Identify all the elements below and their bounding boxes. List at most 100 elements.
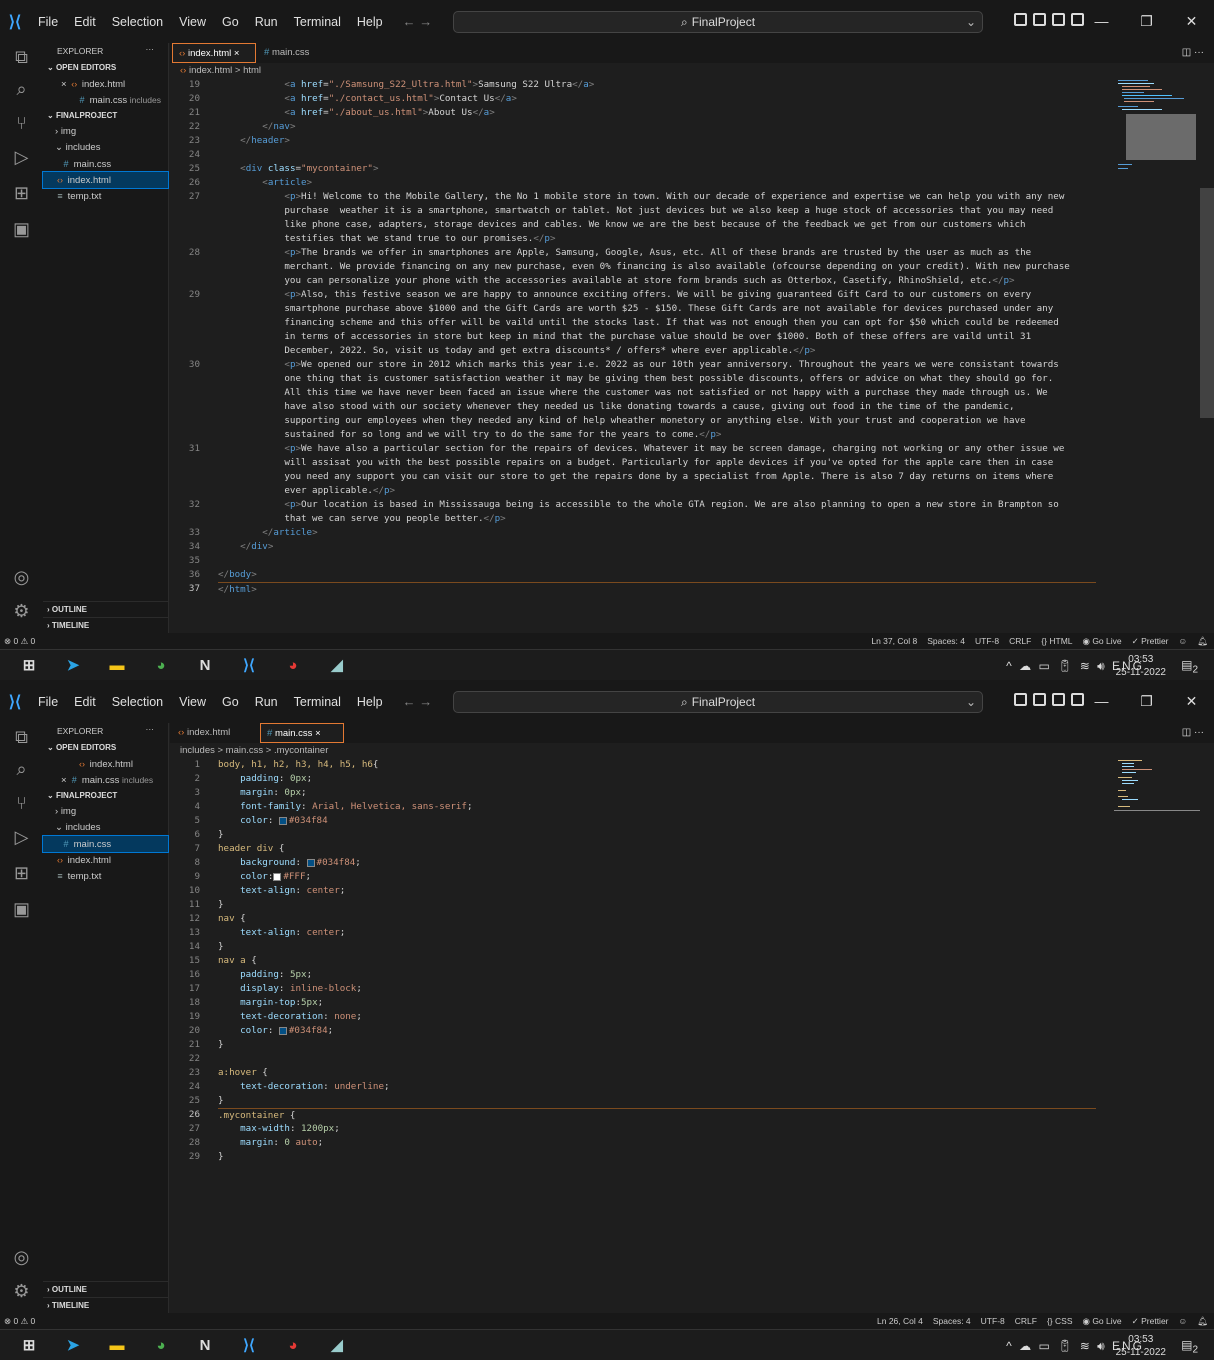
close-icon[interactable]: ×	[61, 775, 67, 786]
menu-view[interactable]: View	[171, 695, 214, 709]
code-line[interactable]: 10 text-align: center;	[170, 884, 1200, 898]
tree-file-temp-txt[interactable]: ≡ temp.txt	[43, 188, 168, 204]
line-ending[interactable]: CRLF	[1009, 633, 1031, 649]
testing-icon[interactable]: ▣	[0, 219, 43, 240]
bell-icon[interactable]: 🔔︎	[1197, 633, 1208, 649]
code-line[interactable]: purchase weather it is a smartphone, sma…	[170, 204, 1200, 218]
settings-gear-icon[interactable]: ⚙	[0, 601, 43, 622]
run-debug-icon[interactable]: ▷	[0, 147, 43, 168]
outline-section[interactable]: › OUTLINE	[43, 1281, 169, 1298]
menu-run[interactable]: Run	[247, 15, 286, 29]
project-section[interactable]: ⌄ FINALPROJECT	[43, 108, 168, 124]
code-line[interactable]: 15 nav a {	[170, 954, 1200, 968]
more-actions-icon[interactable]: ···	[146, 721, 155, 738]
code-line[interactable]: 26 .mycontainer {	[170, 1108, 1200, 1122]
code-line[interactable]: 22	[170, 1052, 1200, 1066]
code-line[interactable]: 23 </header>	[170, 134, 1200, 148]
code-line[interactable]: 12 nav {	[170, 912, 1200, 926]
outline-section[interactable]: › OUTLINE	[43, 601, 169, 618]
code-line[interactable]: 7 header div {	[170, 842, 1200, 856]
more-actions-icon[interactable]: ···	[146, 41, 155, 58]
code-line[interactable]: 8 background: #034f84;	[170, 856, 1200, 870]
app-icon[interactable]: ◢	[326, 655, 348, 677]
close-icon[interactable]: ✕	[1169, 0, 1214, 43]
clock[interactable]: 03:53 25-11-2022	[1116, 1333, 1166, 1359]
clock[interactable]: 03:53 25-11-2022	[1116, 653, 1166, 679]
restore-icon[interactable]: ❐	[1124, 680, 1169, 723]
code-line[interactable]: 24 text-decoration: underline;	[170, 1080, 1200, 1094]
prettier-status[interactable]: ✓ Prettier	[1132, 1313, 1169, 1329]
code-line[interactable]: 21}	[170, 1038, 1200, 1052]
code-line[interactable]: 34 </div>	[170, 540, 1200, 554]
code-line[interactable]: will assisat you with the best possible …	[170, 456, 1200, 470]
code-line[interactable]: you can personalize your phone with the …	[170, 274, 1200, 288]
menu-go[interactable]: Go	[214, 695, 247, 709]
tree-file-index-html[interactable]: ‹› index.html	[42, 171, 169, 189]
menu-edit[interactable]: Edit	[66, 695, 104, 709]
file-explorer-icon[interactable]: ▬	[106, 655, 128, 677]
feedback-icon[interactable]: ☺	[1179, 1313, 1188, 1329]
code-line[interactable]: that we can serve you people better.</p>	[170, 512, 1200, 526]
chrome-icon[interactable]: ◕	[150, 1335, 172, 1357]
code-line[interactable]: 13 text-align: center;	[170, 926, 1200, 940]
extensions-icon[interactable]: ⊞	[0, 183, 43, 204]
indentation[interactable]: Spaces: 4	[933, 1313, 971, 1329]
tree-file-main-css[interactable]: # main.css	[42, 835, 169, 853]
vscode-taskbar-icon[interactable]: ⟩⟨	[238, 655, 260, 677]
code-line[interactable]: 2 padding: 0px;	[170, 772, 1200, 786]
timeline-section[interactable]: › TIMELINE	[43, 617, 169, 634]
toggle-secondary-sidebar-icon[interactable]	[1052, 13, 1065, 26]
code-line[interactable]: 18 margin-top:5px;	[170, 996, 1200, 1010]
code-line[interactable]: 20 <a href="./contact_us.html">Contact U…	[170, 92, 1200, 106]
code-line[interactable]: like phone case, adapters, storage devic…	[170, 218, 1200, 232]
code-line[interactable]: 3 margin: 0px;	[170, 786, 1200, 800]
code-line[interactable]: merchant. We provide financing on any ne…	[170, 260, 1200, 274]
code-line[interactable]: 19 <a href="./Samsung_S22_Ultra.html">Sa…	[170, 78, 1200, 92]
notion-icon[interactable]: N	[194, 1335, 216, 1357]
open-editor-main-css[interactable]: # main.css includes	[43, 92, 168, 108]
code-line[interactable]: 6}	[170, 828, 1200, 842]
code-line[interactable]: 21 <a href="./about_us.html">About Us</a…	[170, 106, 1200, 120]
code-line[interactable]: 31 <p>We have also a particular section …	[170, 442, 1200, 456]
code-line[interactable]: 28 margin: 0 auto;	[170, 1136, 1200, 1150]
toggle-sidebar-icon[interactable]	[1014, 693, 1027, 706]
code-line[interactable]: 25 <div class="mycontainer">	[170, 162, 1200, 176]
nav-arrows[interactable]: ← →	[403, 14, 443, 29]
toggle-panel-icon[interactable]	[1033, 693, 1046, 706]
code-line[interactable]: 32 <p>Our location is based in Mississau…	[170, 498, 1200, 512]
extensions-icon[interactable]: ⊞	[0, 863, 43, 884]
code-line[interactable]: supporting our employees when they neede…	[170, 414, 1200, 428]
menu-go[interactable]: Go	[214, 15, 247, 29]
minimize-icon[interactable]: —	[1079, 0, 1124, 43]
open-editors-section[interactable]: ⌄ OPEN EDITORS	[43, 740, 168, 756]
code-line[interactable]: one thing that is customer satisfaction …	[170, 372, 1200, 386]
testing-icon[interactable]: ▣	[0, 899, 43, 920]
source-control-icon[interactable]: ⑂	[0, 113, 43, 134]
code-line[interactable]: in terms of accessories in store but kee…	[170, 330, 1200, 344]
code-line[interactable]: 27 max-width: 1200px;	[170, 1122, 1200, 1136]
search-icon[interactable]: ⌕	[0, 759, 43, 780]
notion-icon[interactable]: N	[194, 655, 216, 677]
chrome-icon[interactable]: ◕	[150, 655, 172, 677]
tab-main-css[interactable]: # main.css	[258, 43, 342, 63]
problems-indicator[interactable]: ⊗ 0 ⚠ 0	[4, 633, 35, 649]
code-line[interactable]: 19 text-decoration: none;	[170, 1010, 1200, 1024]
code-line[interactable]: 35	[170, 554, 1200, 568]
restore-icon[interactable]: ❐	[1124, 0, 1169, 43]
telegram-icon[interactable]: ➤	[62, 1335, 84, 1357]
breadcrumb[interactable]: ‹› index.html > html	[180, 63, 261, 78]
minimap[interactable]	[1114, 758, 1200, 878]
explorer-icon[interactable]: ⧉	[0, 47, 43, 68]
minimize-icon[interactable]: —	[1079, 680, 1124, 723]
split-editor-icon[interactable]: ◫ ···	[1182, 43, 1204, 63]
vscode-taskbar-icon[interactable]: ⟩⟨	[238, 1335, 260, 1357]
code-line[interactable]: 1 body, h1, h2, h3, h4, h5, h6{	[170, 758, 1200, 772]
code-line[interactable]: 29}	[170, 1150, 1200, 1164]
menu-file[interactable]: File	[30, 15, 66, 29]
menu-file[interactable]: File	[30, 695, 66, 709]
menu-selection[interactable]: Selection	[104, 695, 171, 709]
chrome-profile-icon[interactable]: ◕	[282, 655, 304, 677]
accounts-icon[interactable]: ◎	[0, 1247, 43, 1268]
menu-selection[interactable]: Selection	[104, 15, 171, 29]
code-editor[interactable]: 19 <a href="./Samsung_S22_Ultra.html">Sa…	[170, 78, 1200, 633]
